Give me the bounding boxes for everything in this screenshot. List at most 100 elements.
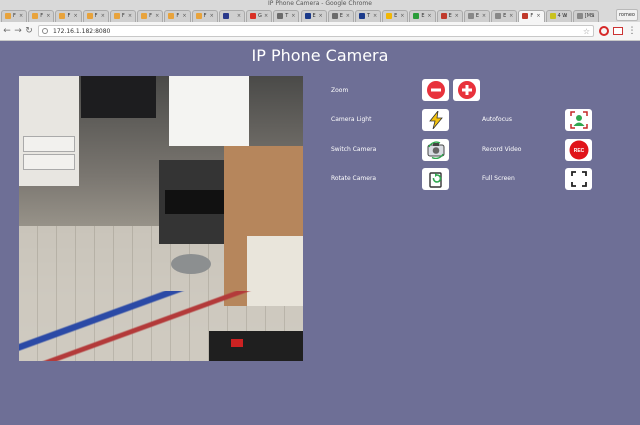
tab-favicon-icon — [440, 13, 447, 19]
browser-tab[interactable]: T × — [273, 10, 300, 22]
tab-label: F — [121, 13, 125, 19]
switch-camera-button[interactable] — [422, 139, 449, 161]
browser-tab[interactable]: E × — [409, 10, 436, 22]
tab-close-icon[interactable]: × — [319, 11, 323, 22]
tab-favicon-icon — [467, 13, 474, 19]
tab-close-icon[interactable]: × — [373, 11, 377, 22]
browser-tab[interactable]: F × — [109, 10, 137, 22]
record-icon: REC — [569, 140, 588, 160]
tab-close-icon[interactable]: × — [455, 11, 459, 22]
browser-toolbar: ← → ↻ 172.16.1.182:8080 ☆ ⋮ — [0, 22, 640, 41]
plus-icon — [457, 81, 476, 99]
browser-tab[interactable]: [MS × — [572, 10, 599, 22]
browser-tab[interactable]: × — [218, 10, 246, 22]
tab-label: T — [366, 13, 371, 19]
feed-cabinet — [19, 76, 79, 186]
tab-close-icon[interactable]: × — [509, 11, 513, 22]
feed-drawer — [23, 154, 75, 170]
browser-tab[interactable]: F × — [137, 10, 164, 22]
tab-close-icon[interactable]: × — [155, 11, 159, 22]
tab-strip: F × F × F × F × F × F × F × F × × G × T × E × E × T × E × E × E × E × E × F × 4… — [0, 8, 640, 22]
tab-close-icon[interactable]: × — [182, 11, 186, 22]
autofocus-button[interactable] — [565, 109, 592, 131]
bookmark-star-icon[interactable]: ☆ — [583, 26, 590, 37]
tab-favicon-icon — [250, 13, 257, 19]
tab-close-icon[interactable]: × — [128, 11, 132, 22]
browser-tab[interactable]: E × — [327, 10, 354, 22]
lightning-icon — [428, 111, 443, 129]
feed-monitor — [81, 76, 156, 118]
tab-close-icon[interactable]: × — [400, 11, 404, 22]
profile-badge[interactable]: romeo — [615, 9, 638, 21]
tab-favicon-icon — [522, 13, 529, 19]
tab-close-icon[interactable]: × — [482, 11, 486, 22]
browser-menu-icon[interactable]: ⋮ — [627, 25, 637, 37]
feed-drawer — [23, 136, 75, 152]
tab-favicon-icon — [304, 13, 311, 19]
zoom-out-button[interactable] — [422, 79, 449, 101]
gmail-extension-icon[interactable] — [613, 27, 623, 35]
tab-close-icon[interactable]: × — [427, 11, 431, 22]
tab-label: F — [67, 13, 71, 19]
opera-extension-icon[interactable] — [599, 26, 609, 36]
tab-label: F — [13, 13, 16, 19]
forward-icon[interactable]: → — [13, 25, 23, 37]
minus-icon — [426, 81, 445, 99]
browser-tab[interactable]: G × — [246, 10, 273, 22]
tab-label: E — [421, 13, 425, 19]
browser-tab[interactable]: F × — [164, 10, 191, 22]
tab-close-icon[interactable]: × — [564, 11, 568, 22]
browser-tab[interactable]: F × — [28, 10, 55, 22]
browser-tab[interactable]: E × — [436, 10, 463, 22]
browser-tab[interactable]: F × — [1, 10, 28, 22]
record-video-label: Record Video — [482, 146, 522, 153]
browser-tab[interactable]: E × — [382, 10, 409, 22]
tab-favicon-icon — [59, 13, 66, 19]
browser-tab[interactable]: E × — [300, 10, 327, 22]
camera-feed[interactable] — [19, 76, 303, 361]
camera-light-button[interactable] — [422, 109, 449, 131]
address-bar[interactable]: 172.16.1.182:8080 ☆ — [38, 25, 594, 37]
tab-close-icon[interactable]: × — [101, 11, 105, 22]
tab-favicon-icon — [195, 13, 202, 19]
browser-tab[interactable]: F × — [82, 10, 109, 22]
tab-label: F — [176, 13, 180, 19]
tab-close-icon[interactable]: × — [291, 11, 295, 22]
tab-favicon-icon — [549, 13, 556, 19]
browser-tab[interactable]: E × — [463, 10, 491, 22]
tab-close-icon[interactable]: × — [264, 11, 268, 22]
reload-icon[interactable]: ↻ — [24, 25, 34, 37]
rotate-camera-button[interactable] — [422, 168, 449, 190]
tab-close-icon[interactable]: × — [73, 11, 77, 22]
tab-label: F — [40, 13, 44, 19]
full-screen-button[interactable] — [565, 168, 592, 190]
tab-favicon-icon — [222, 13, 229, 19]
tab-close-icon[interactable]: × — [346, 11, 350, 22]
tab-close-icon[interactable]: × — [46, 11, 50, 22]
tab-label: F — [94, 13, 98, 19]
rotate-icon — [428, 172, 442, 188]
switch-camera-label: Switch Camera — [331, 146, 377, 153]
browser-tab[interactable]: 4 W × — [545, 10, 572, 22]
browser-tab[interactable]: F × — [55, 10, 82, 22]
browser-tab[interactable]: T × — [354, 10, 382, 22]
url-text[interactable]: 172.16.1.182:8080 — [53, 26, 110, 37]
browser-tab[interactable]: F × — [191, 10, 218, 22]
tab-label: E — [503, 13, 507, 19]
tab-close-icon[interactable]: × — [210, 11, 214, 22]
feed-window — [169, 76, 249, 146]
page-info-icon[interactable] — [42, 28, 48, 34]
tab-favicon-icon — [141, 13, 148, 19]
browser-tab[interactable]: E × — [491, 10, 518, 22]
tab-close-icon[interactable]: × — [237, 11, 241, 22]
tab-close-icon[interactable]: × — [19, 11, 23, 22]
back-icon[interactable]: ← — [2, 25, 12, 37]
tab-close-icon[interactable]: × — [591, 11, 595, 22]
zoom-in-button[interactable] — [453, 79, 480, 101]
tab-close-icon[interactable]: × — [536, 11, 540, 22]
browser-tab[interactable]: F × — [518, 10, 545, 22]
tab-favicon-icon — [358, 13, 365, 19]
record-video-button[interactable]: REC — [565, 139, 592, 161]
tab-favicon-icon — [331, 13, 338, 19]
tab-label: F — [530, 13, 534, 19]
